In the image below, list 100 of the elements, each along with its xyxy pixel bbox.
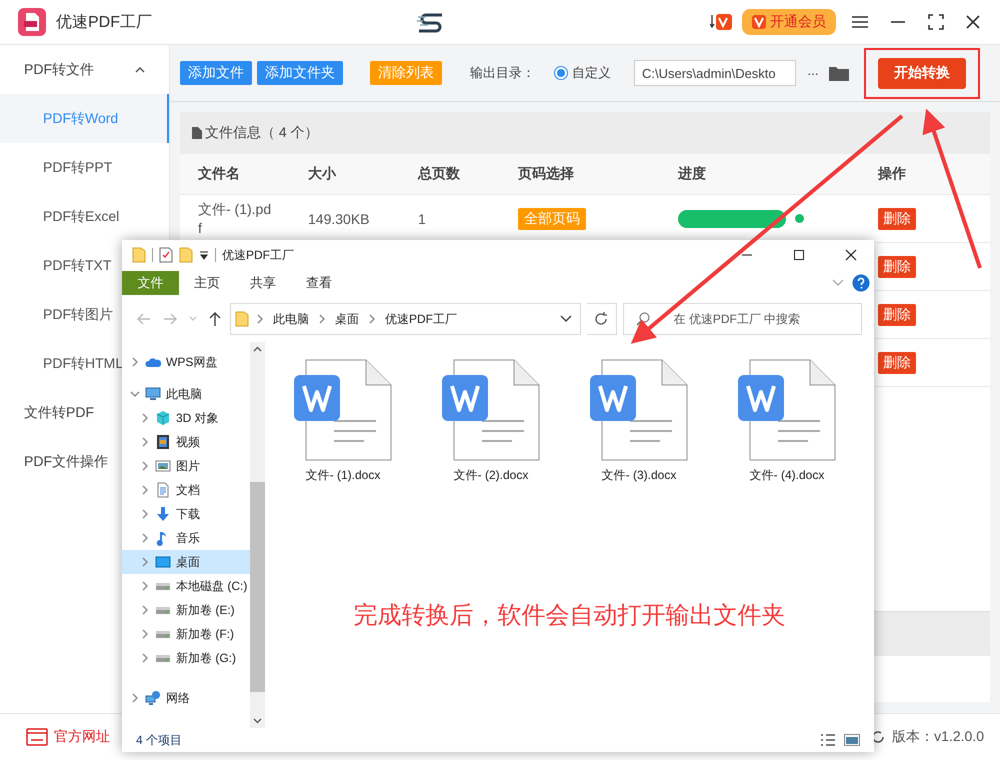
nav-item[interactable]: 此电脑 bbox=[122, 382, 250, 406]
v-badge-icon bbox=[752, 15, 766, 29]
folder-icon bbox=[235, 311, 249, 327]
status-text: 4 个项目 bbox=[136, 732, 182, 748]
nav-item[interactable]: 新加卷 (E:) bbox=[122, 598, 250, 622]
word-document-icon bbox=[590, 359, 688, 461]
nav-item[interactable]: 图片 bbox=[122, 454, 250, 478]
nav-item[interactable]: 3D 对象 bbox=[122, 406, 250, 430]
scrollbar[interactable] bbox=[250, 342, 265, 728]
file-icon bbox=[192, 127, 202, 139]
word-document-icon bbox=[442, 359, 540, 461]
details-view-icon[interactable] bbox=[820, 733, 836, 747]
scroll-up-icon[interactable] bbox=[253, 346, 262, 352]
breadcrumb-item[interactable]: 此电脑 bbox=[271, 310, 311, 328]
chevron-icon bbox=[367, 314, 377, 324]
chevron-icon bbox=[140, 653, 150, 663]
folder-icon[interactable] bbox=[829, 65, 849, 81]
picture-icon bbox=[155, 458, 171, 474]
version-text: 版本：v1.2.0.0 bbox=[892, 728, 984, 746]
table-cell: 149.30KB bbox=[308, 210, 370, 226]
sidebar-item[interactable]: PDF转Excel bbox=[0, 192, 169, 241]
nav-item[interactable]: 网络 bbox=[122, 686, 250, 710]
film-icon bbox=[155, 434, 171, 450]
network-icon bbox=[145, 690, 161, 706]
chevron-icon bbox=[140, 581, 150, 591]
column-header: 操作 bbox=[860, 154, 990, 195]
file-item[interactable]: 文件- (4).docx bbox=[741, 358, 833, 485]
website-link[interactable]: 官方网址 bbox=[20, 727, 116, 747]
download-icon bbox=[155, 506, 171, 522]
dropdown-icon[interactable] bbox=[199, 250, 209, 260]
chevron-icon bbox=[140, 557, 150, 567]
document-icon bbox=[155, 482, 171, 498]
ribbon-tab[interactable]: 共享 bbox=[235, 274, 291, 292]
address-field[interactable]: 此电脑 桌面 优速PDF工厂 bbox=[230, 303, 582, 335]
chevron-icon bbox=[140, 533, 150, 543]
help-icon[interactable] bbox=[852, 274, 870, 292]
menu-icon bbox=[852, 15, 868, 29]
chevron-icon bbox=[255, 314, 265, 324]
nav-item[interactable]: 音乐 bbox=[122, 526, 250, 550]
close-icon bbox=[845, 249, 857, 261]
chevron-icon bbox=[140, 437, 150, 447]
file-item[interactable]: 文件- (3).docx bbox=[593, 358, 685, 485]
ribbon-tab[interactable]: 主页 bbox=[179, 274, 235, 292]
checklist-icon[interactable] bbox=[159, 247, 173, 263]
nav-item[interactable]: 文档 bbox=[122, 478, 250, 502]
radio-button[interactable]: 自定义 bbox=[548, 63, 617, 83]
table-cell: 1 bbox=[418, 210, 426, 226]
web-page-icon bbox=[26, 728, 48, 746]
refresh-button[interactable] bbox=[587, 303, 617, 335]
start-button[interactable]: 开始转换 bbox=[878, 58, 966, 88]
window-title: 优速PDF工厂 bbox=[222, 246, 294, 264]
word-document-icon bbox=[738, 359, 836, 461]
breadcrumb-item[interactable]: 优速PDF工厂 bbox=[383, 310, 459, 328]
file-menu-button[interactable]: 文件 bbox=[122, 271, 179, 295]
chevron-icon bbox=[140, 485, 150, 495]
breadcrumb-item[interactable]: 桌面 bbox=[333, 310, 361, 328]
nav-item[interactable]: 下载 bbox=[122, 502, 250, 526]
caption-text: 完成转换后，软件会自动打开输出文件夹 bbox=[354, 601, 786, 631]
sidebar-item[interactable]: PDF转文件 bbox=[0, 45, 169, 94]
column-header: 页码选择 bbox=[500, 154, 660, 195]
chevron-icon bbox=[140, 461, 150, 471]
delete-button[interactable]: 删除 bbox=[878, 304, 916, 326]
file-item[interactable]: 文件- (2).docx bbox=[445, 358, 537, 485]
chevron-icon bbox=[130, 357, 140, 367]
dropdown-icon[interactable] bbox=[560, 315, 572, 323]
file-item[interactable]: 文件- (1).docx bbox=[297, 358, 389, 485]
nav-item[interactable]: WPS网盘 bbox=[122, 350, 250, 374]
nav-item[interactable]: 新加卷 (G:) bbox=[122, 646, 250, 670]
column-header: 大小 bbox=[290, 154, 400, 195]
column-header: 进度 bbox=[660, 154, 860, 195]
column-header: 总页数 bbox=[400, 154, 500, 195]
expand-icon[interactable] bbox=[832, 279, 844, 287]
nav-item[interactable]: 新加卷 (F:) bbox=[122, 622, 250, 646]
table-cell-text: 文件- (1).pd f bbox=[198, 200, 272, 238]
path-field[interactable]: C:\Users\admin\Deskto bbox=[634, 60, 796, 86]
chevron-icon bbox=[140, 413, 150, 423]
ribbon-tab[interactable]: 查看 bbox=[291, 274, 347, 292]
cube-icon bbox=[155, 410, 171, 426]
refresh-icon bbox=[594, 312, 608, 326]
chevron-icon bbox=[140, 605, 150, 615]
nav-item[interactable]: 桌面 bbox=[122, 550, 250, 574]
app-logo-icon bbox=[18, 8, 46, 36]
large-icons-view-icon[interactable] bbox=[844, 733, 860, 747]
nav-item[interactable]: 视频 bbox=[122, 430, 250, 454]
vip-icon[interactable] bbox=[710, 13, 732, 31]
more-button[interactable]: ··· bbox=[801, 64, 824, 82]
chevron-icon bbox=[140, 629, 150, 639]
search-icon bbox=[636, 312, 650, 326]
close-icon bbox=[966, 15, 980, 29]
sidebar-item[interactable]: PDF转PPT bbox=[0, 143, 169, 192]
delete-button[interactable]: 删除 bbox=[878, 256, 916, 278]
scroll-down-icon[interactable] bbox=[253, 718, 262, 724]
radio-label: 自定义 bbox=[572, 64, 611, 82]
nav-item[interactable]: 本地磁盘 (C:) bbox=[122, 574, 250, 598]
column-header: 文件名 bbox=[180, 154, 290, 195]
chevron-icon bbox=[130, 693, 140, 703]
delete-button[interactable]: 删除 bbox=[878, 208, 916, 230]
search-field[interactable]: 在 优速PDF工厂 中搜索 bbox=[622, 303, 862, 335]
delete-button[interactable]: 删除 bbox=[878, 352, 916, 374]
maximize-icon bbox=[794, 250, 804, 260]
